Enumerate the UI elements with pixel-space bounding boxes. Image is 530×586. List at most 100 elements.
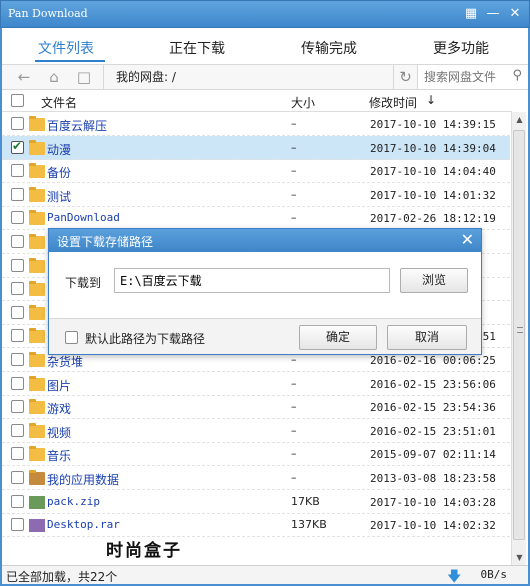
row-checkbox[interactable]: [11, 187, 24, 201]
minimize-icon[interactable]: —: [485, 6, 501, 22]
file-name[interactable]: Desktop.rar: [47, 518, 120, 531]
file-date: 2017-10-10 14:03:28: [370, 495, 496, 509]
file-row[interactable]: 视频 – 2016-02-15 23:51:01: [2, 419, 510, 443]
folder-icon: [29, 139, 45, 155]
file-name[interactable]: 百度云解压: [47, 117, 107, 134]
file-row[interactable]: 我的应用数据 – 2013-03-08 18:23:58: [2, 466, 510, 490]
folder-icon: [29, 422, 45, 438]
row-checkbox[interactable]: [11, 211, 24, 225]
toolbar: ← ⌂ □ 我的网盘: / ↻ ⚲: [2, 64, 528, 90]
dialog-title: 设置下载存储路径: [57, 235, 154, 249]
folder-icon: [29, 163, 45, 179]
file-date: 2015-09-07 02:11:14: [370, 448, 496, 462]
file-name[interactable]: 动漫: [47, 141, 71, 158]
cancel-button[interactable]: 取消: [387, 325, 467, 350]
row-checkbox[interactable]: [11, 471, 24, 484]
file-size: –: [291, 471, 297, 484]
file-date: 2017-02-26 18:12:19: [370, 212, 496, 226]
file-name[interactable]: 图片: [47, 377, 71, 394]
search-box: ⚲: [417, 65, 528, 89]
file-name[interactable]: PanDownload: [47, 211, 120, 224]
file-size: –: [291, 400, 297, 414]
tab-file-list[interactable]: 文件列表: [38, 38, 94, 58]
folder-up-icon[interactable]: □: [74, 68, 94, 86]
file-row[interactable]: PanDownload – 2017-02-26 18:12:19: [2, 206, 510, 231]
select-all-checkbox[interactable]: [11, 94, 24, 107]
status-text: 已全部加载，共22个: [6, 570, 118, 584]
default-path-checkbox[interactable]: [65, 331, 78, 344]
menu-icon[interactable]: ▦: [463, 6, 479, 22]
tab-downloading[interactable]: 正在下载: [169, 38, 225, 58]
file-row[interactable]: 音乐 – 2015-09-07 02:11:14: [2, 442, 510, 467]
column-modified[interactable]: 修改时间: [369, 94, 417, 111]
file-row[interactable]: Desktop.rar 137KB 2017-10-10 14:02:32: [2, 513, 510, 538]
row-checkbox[interactable]: [11, 518, 24, 532]
file-row[interactable]: 图片 – 2016-02-15 23:56:06: [2, 372, 510, 396]
file-name[interactable]: pack.zip: [47, 495, 100, 508]
column-name[interactable]: 文件名: [41, 94, 77, 111]
scroll-up-icon[interactable]: ▲: [512, 112, 527, 127]
folder-icon: [29, 446, 45, 462]
vertical-scrollbar[interactable]: ▲ ▼: [511, 112, 526, 565]
file-row[interactable]: 备份 – 2017-10-10 14:04:40: [2, 159, 510, 184]
file-name[interactable]: 杂货堆: [47, 353, 83, 370]
row-checkbox[interactable]: [11, 400, 24, 414]
default-path-label[interactable]: 默认此路径为下载路径: [85, 330, 205, 347]
file-name[interactable]: 备份: [47, 164, 71, 181]
row-checkbox[interactable]: [11, 164, 24, 178]
file-size: 137KB: [291, 518, 327, 532]
file-name[interactable]: 我的应用数据: [47, 471, 119, 488]
row-checkbox[interactable]: [11, 282, 24, 296]
row-checkbox[interactable]: [11, 139, 24, 154]
row-checkbox[interactable]: [11, 376, 24, 390]
row-checkbox[interactable]: [11, 447, 24, 461]
search-input[interactable]: [424, 69, 504, 85]
file-row[interactable]: 动漫 – 2017-10-10 14:39:04: [2, 135, 510, 160]
file-date: 2017-10-10 14:02:32: [370, 519, 496, 533]
folder-icon: [29, 257, 45, 273]
file-row[interactable]: 百度云解压 – 2017-10-10 14:39:15: [2, 112, 510, 136]
scroll-down-icon[interactable]: ▼: [512, 550, 527, 565]
file-row[interactable]: 测试 – 2017-10-10 14:01:32: [2, 183, 510, 207]
file-size: –: [291, 423, 297, 437]
tab-bar: 文件列表 正在下载 传输完成 更多功能: [2, 28, 528, 64]
file-name[interactable]: 游戏: [47, 400, 71, 417]
download-to-label: 下载到: [65, 276, 102, 290]
row-checkbox[interactable]: [11, 423, 24, 437]
tab-more[interactable]: 更多功能: [433, 38, 489, 58]
folder-icon: [29, 186, 45, 202]
folder-icon: [29, 399, 45, 415]
column-size[interactable]: 大小: [291, 94, 315, 111]
scroll-thumb[interactable]: [513, 130, 525, 540]
search-icon[interactable]: ⚲: [512, 68, 522, 83]
file-row[interactable]: pack.zip 17KB 2017-10-10 14:03:28: [2, 490, 510, 514]
download-path-dialog: 设置下载存储路径 ✕ 下载到 浏览 默认此路径为下载路径 确定 取消: [48, 228, 482, 355]
row-checkbox[interactable]: [11, 305, 24, 319]
folder-icon: [29, 281, 45, 297]
file-row[interactable]: 游戏 – 2016-02-15 23:54:36: [2, 395, 510, 420]
file-date: 2016-02-15 23:56:06: [370, 377, 496, 391]
browse-button[interactable]: 浏览: [400, 268, 468, 293]
row-checkbox[interactable]: [11, 258, 24, 272]
file-name[interactable]: 测试: [47, 188, 71, 205]
download-path-field[interactable]: [114, 268, 390, 293]
row-checkbox[interactable]: [11, 235, 24, 248]
row-checkbox[interactable]: [11, 353, 24, 366]
close-icon[interactable]: ✕: [507, 6, 523, 22]
row-checkbox[interactable]: [11, 117, 24, 130]
file-name[interactable]: 音乐: [47, 447, 71, 464]
current-path: 我的网盘: /: [103, 65, 393, 89]
download-arrow-icon: 🡇: [447, 569, 462, 585]
ok-button[interactable]: 确定: [299, 325, 377, 350]
back-arrow-icon[interactable]: ←: [14, 68, 34, 86]
row-checkbox[interactable]: [11, 329, 24, 343]
tab-completed[interactable]: 传输完成: [301, 38, 357, 58]
dialog-close-icon[interactable]: ✕: [461, 230, 474, 249]
file-name[interactable]: 视频: [47, 424, 71, 441]
row-checkbox[interactable]: [11, 494, 24, 508]
dialog-footer: 默认此路径为下载路径 确定 取消: [49, 320, 481, 354]
home-icon[interactable]: ⌂: [44, 68, 64, 86]
download-speed: 0B/s: [480, 568, 508, 581]
grip-icon: [517, 327, 523, 333]
refresh-icon[interactable]: ↻: [393, 65, 417, 89]
